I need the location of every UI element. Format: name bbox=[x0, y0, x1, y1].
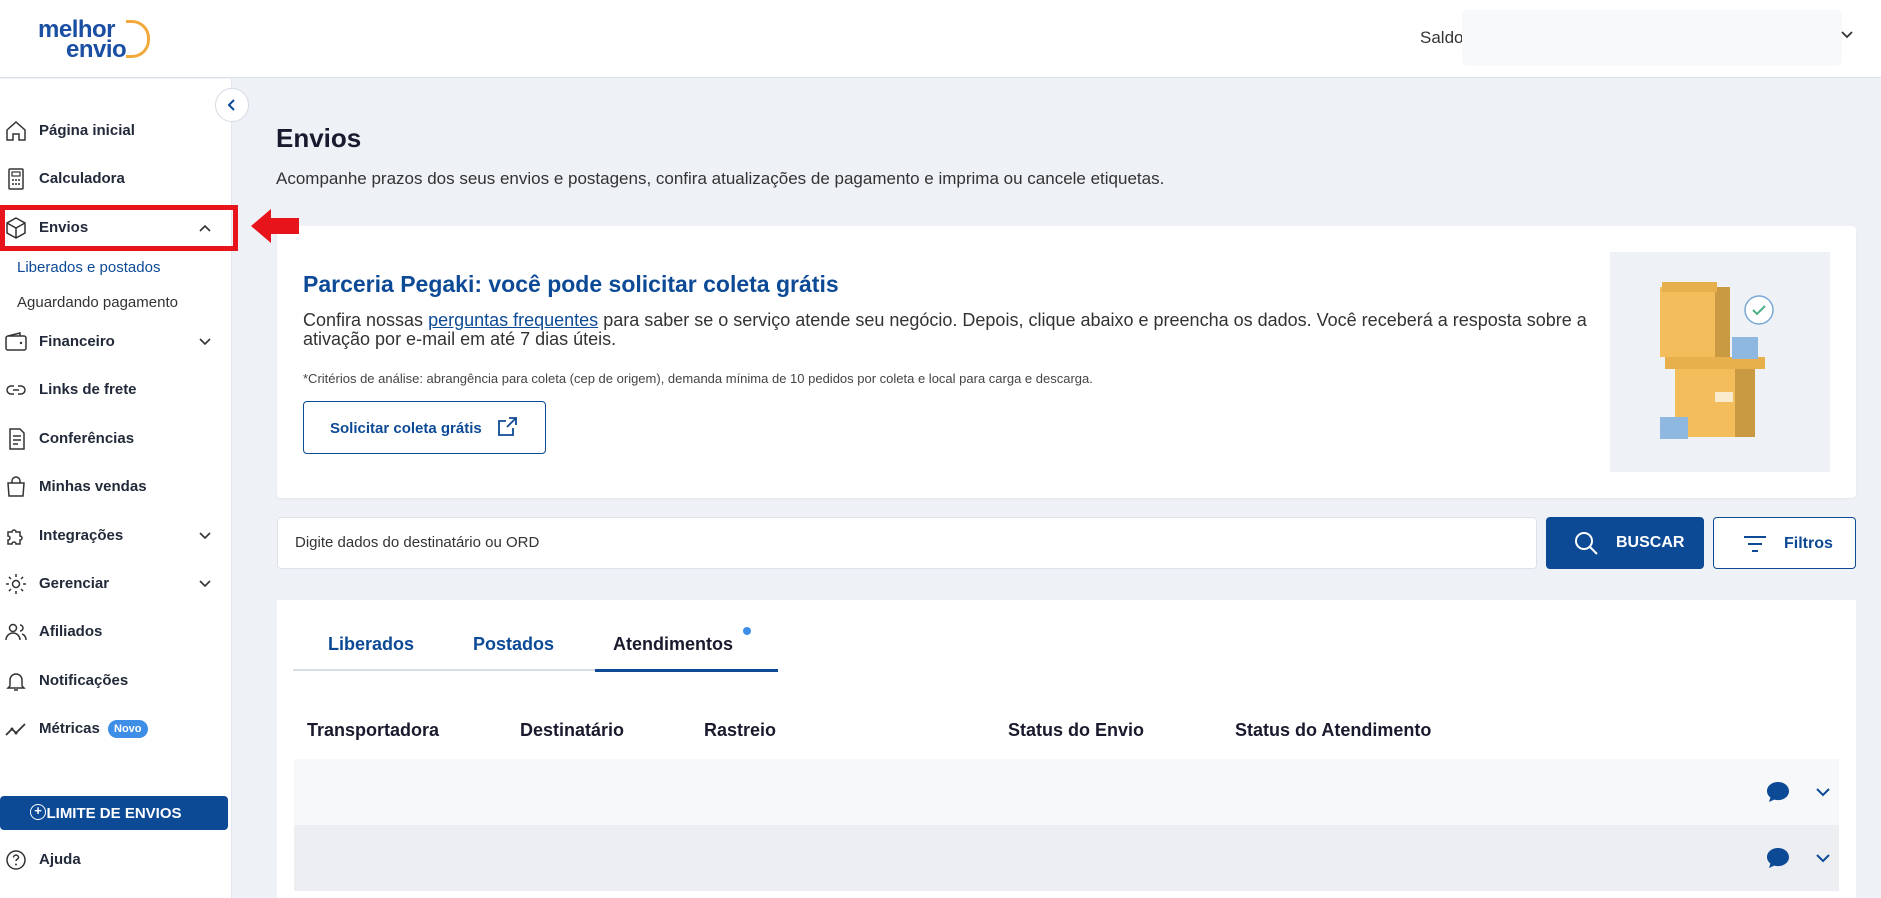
sidebar-item-gerenciar[interactable]: Gerenciar bbox=[0, 566, 232, 602]
chevron-down-icon[interactable] bbox=[1813, 848, 1833, 868]
page-description: Acompanhe prazos dos seus envios e posta… bbox=[276, 169, 1165, 188]
gear-icon bbox=[6, 574, 26, 594]
logo-swirl bbox=[126, 20, 150, 58]
sidebar-item-label: Financeiro bbox=[39, 333, 115, 350]
chevron-down-icon[interactable] bbox=[196, 575, 214, 593]
puzzle-icon bbox=[7, 529, 23, 545]
tab-postados[interactable]: Postados bbox=[473, 634, 554, 655]
saldo-label: Saldo: bbox=[1420, 28, 1469, 47]
column-header-status-envio: Status do Envio bbox=[1008, 720, 1145, 740]
logo-text-bottom: envio bbox=[66, 36, 127, 63]
link-icon bbox=[6, 385, 26, 395]
sidebar-item-notificacoes[interactable]: Notificações bbox=[0, 663, 232, 699]
column-header-status-atendimento: Status do Atendimento bbox=[1235, 720, 1432, 740]
solicitar-coleta-button[interactable]: Solicitar coleta grátis bbox=[303, 401, 546, 454]
external-link-icon bbox=[498, 417, 517, 436]
sidebar-subitem-aguardando[interactable]: Aguardando pagamento bbox=[17, 294, 178, 311]
sidebar-item-minhas-vendas[interactable]: Minhas vendas bbox=[0, 469, 232, 505]
sidebar-item-pagina-inicial[interactable]: Página inicial bbox=[0, 113, 232, 149]
melhor-envio-logo[interactable]: melhor envio bbox=[38, 16, 150, 63]
sidebar-item-calculadora[interactable]: Calculadora bbox=[0, 161, 232, 197]
users-icon bbox=[5, 623, 27, 641]
sidebar-item-links-de-frete[interactable]: Links de frete bbox=[0, 372, 232, 408]
home-icon bbox=[6, 120, 26, 141]
sidebar-item-label: Conferências bbox=[39, 430, 135, 447]
highlight-annotation-box bbox=[0, 205, 238, 251]
sidebar-item-label: Métricas bbox=[39, 720, 100, 737]
column-header-rastreio: Rastreio bbox=[704, 720, 777, 740]
active-tab-indicator bbox=[595, 669, 778, 672]
sidebar-item-integracoes[interactable]: Integrações bbox=[0, 518, 232, 554]
chevron-left-icon bbox=[227, 99, 235, 111]
calculator-icon bbox=[8, 168, 24, 190]
search-icon bbox=[1575, 532, 1598, 555]
column-header-transportadora: Transportadora bbox=[307, 720, 440, 740]
sidebar-item-label: Notificações bbox=[39, 672, 129, 689]
chat-bubble-icon[interactable] bbox=[1765, 846, 1791, 870]
filtros-label: Filtros bbox=[1784, 535, 1833, 552]
sidebar-item-label: Página inicial bbox=[39, 122, 135, 139]
chart-line-icon bbox=[5, 723, 26, 736]
boxes-illustration bbox=[1610, 252, 1830, 472]
sidebar-item-financeiro[interactable]: Financeiro bbox=[0, 324, 232, 360]
wallet-icon bbox=[5, 332, 27, 351]
tab-liberados[interactable]: Liberados bbox=[328, 634, 414, 655]
promo-text-start: Confira nossas bbox=[303, 310, 429, 330]
chevron-down-icon[interactable] bbox=[1838, 26, 1856, 44]
sidebar-item-label: Ajuda bbox=[39, 851, 81, 868]
bell-icon bbox=[6, 673, 26, 691]
shipments-table-card: Liberados Postados Atendimentos Transpor… bbox=[277, 600, 1856, 898]
top-header: melhor envio Saldo: bbox=[0, 0, 1881, 78]
sidebar-item-label: Integrações bbox=[39, 527, 124, 544]
boxes-illustration-graphic bbox=[1660, 282, 1774, 439]
red-arrow-annotation bbox=[251, 209, 299, 243]
filtros-button[interactable]: Filtros bbox=[1713, 517, 1856, 569]
sidebar-subitem-liberados[interactable]: Liberados e postados bbox=[17, 259, 160, 276]
help-circle-icon bbox=[6, 850, 26, 870]
filter-icon bbox=[1744, 536, 1766, 552]
promo-text: Confira nossas perguntas frequentes para… bbox=[303, 311, 1593, 349]
document-icon bbox=[9, 428, 25, 450]
sidebar-item-label: Gerenciar bbox=[39, 575, 110, 592]
tab-atendimentos[interactable]: Atendimentos bbox=[613, 634, 733, 655]
table-row[interactable] bbox=[294, 759, 1839, 825]
sidebar-item-conferencias[interactable]: Conferências bbox=[0, 421, 232, 457]
buscar-button[interactable]: BUSCAR bbox=[1546, 517, 1704, 569]
sidebar-item-label: Calculadora bbox=[39, 170, 125, 187]
sidebar-item-label: Minhas vendas bbox=[39, 478, 147, 495]
chevron-down-icon[interactable] bbox=[1813, 782, 1833, 802]
sidebar-item-ajuda[interactable]: Ajuda bbox=[0, 842, 232, 878]
promo-criteria-note: *Critérios de análise: abrangência para … bbox=[303, 371, 1093, 386]
promo-title: Parceria Pegaki: você pode solicitar col… bbox=[303, 271, 839, 297]
collapse-sidebar-button[interactable] bbox=[215, 88, 249, 122]
sidebar-item-label: Links de frete bbox=[39, 381, 137, 398]
chat-bubble-icon[interactable] bbox=[1765, 780, 1791, 804]
notification-dot bbox=[743, 627, 751, 635]
plus-circle-icon: + bbox=[30, 804, 46, 820]
sidebar-item-label: Afiliados bbox=[39, 623, 103, 640]
shopping-bag-icon bbox=[7, 476, 25, 497]
faq-link[interactable]: perguntas frequentes bbox=[428, 310, 598, 330]
search-input[interactable]: Digite dados do destinatário ou ORD bbox=[277, 517, 1537, 569]
chevron-down-icon[interactable] bbox=[196, 333, 214, 351]
page-title: Envios bbox=[276, 123, 362, 153]
saldo-dropdown[interactable] bbox=[1462, 10, 1842, 66]
limit-button-label: LIMITE DE ENVIOS bbox=[46, 804, 182, 822]
table-row[interactable] bbox=[294, 825, 1839, 891]
pegaki-promo-card: Parceria Pegaki: você pode solicitar col… bbox=[277, 226, 1856, 498]
limite-de-envios-button[interactable]: + LIMITE DE ENVIOS bbox=[0, 796, 228, 830]
sidebar-item-afiliados[interactable]: Afiliados bbox=[0, 614, 232, 650]
column-header-destinatario: Destinatário bbox=[520, 720, 625, 740]
novo-badge: Novo bbox=[108, 720, 148, 738]
shipments-tabs: Liberados Postados Atendimentos bbox=[293, 620, 778, 672]
buscar-label: BUSCAR bbox=[1616, 534, 1685, 551]
chevron-down-icon[interactable] bbox=[196, 527, 214, 545]
solicitar-coleta-label: Solicitar coleta grátis bbox=[330, 420, 482, 437]
